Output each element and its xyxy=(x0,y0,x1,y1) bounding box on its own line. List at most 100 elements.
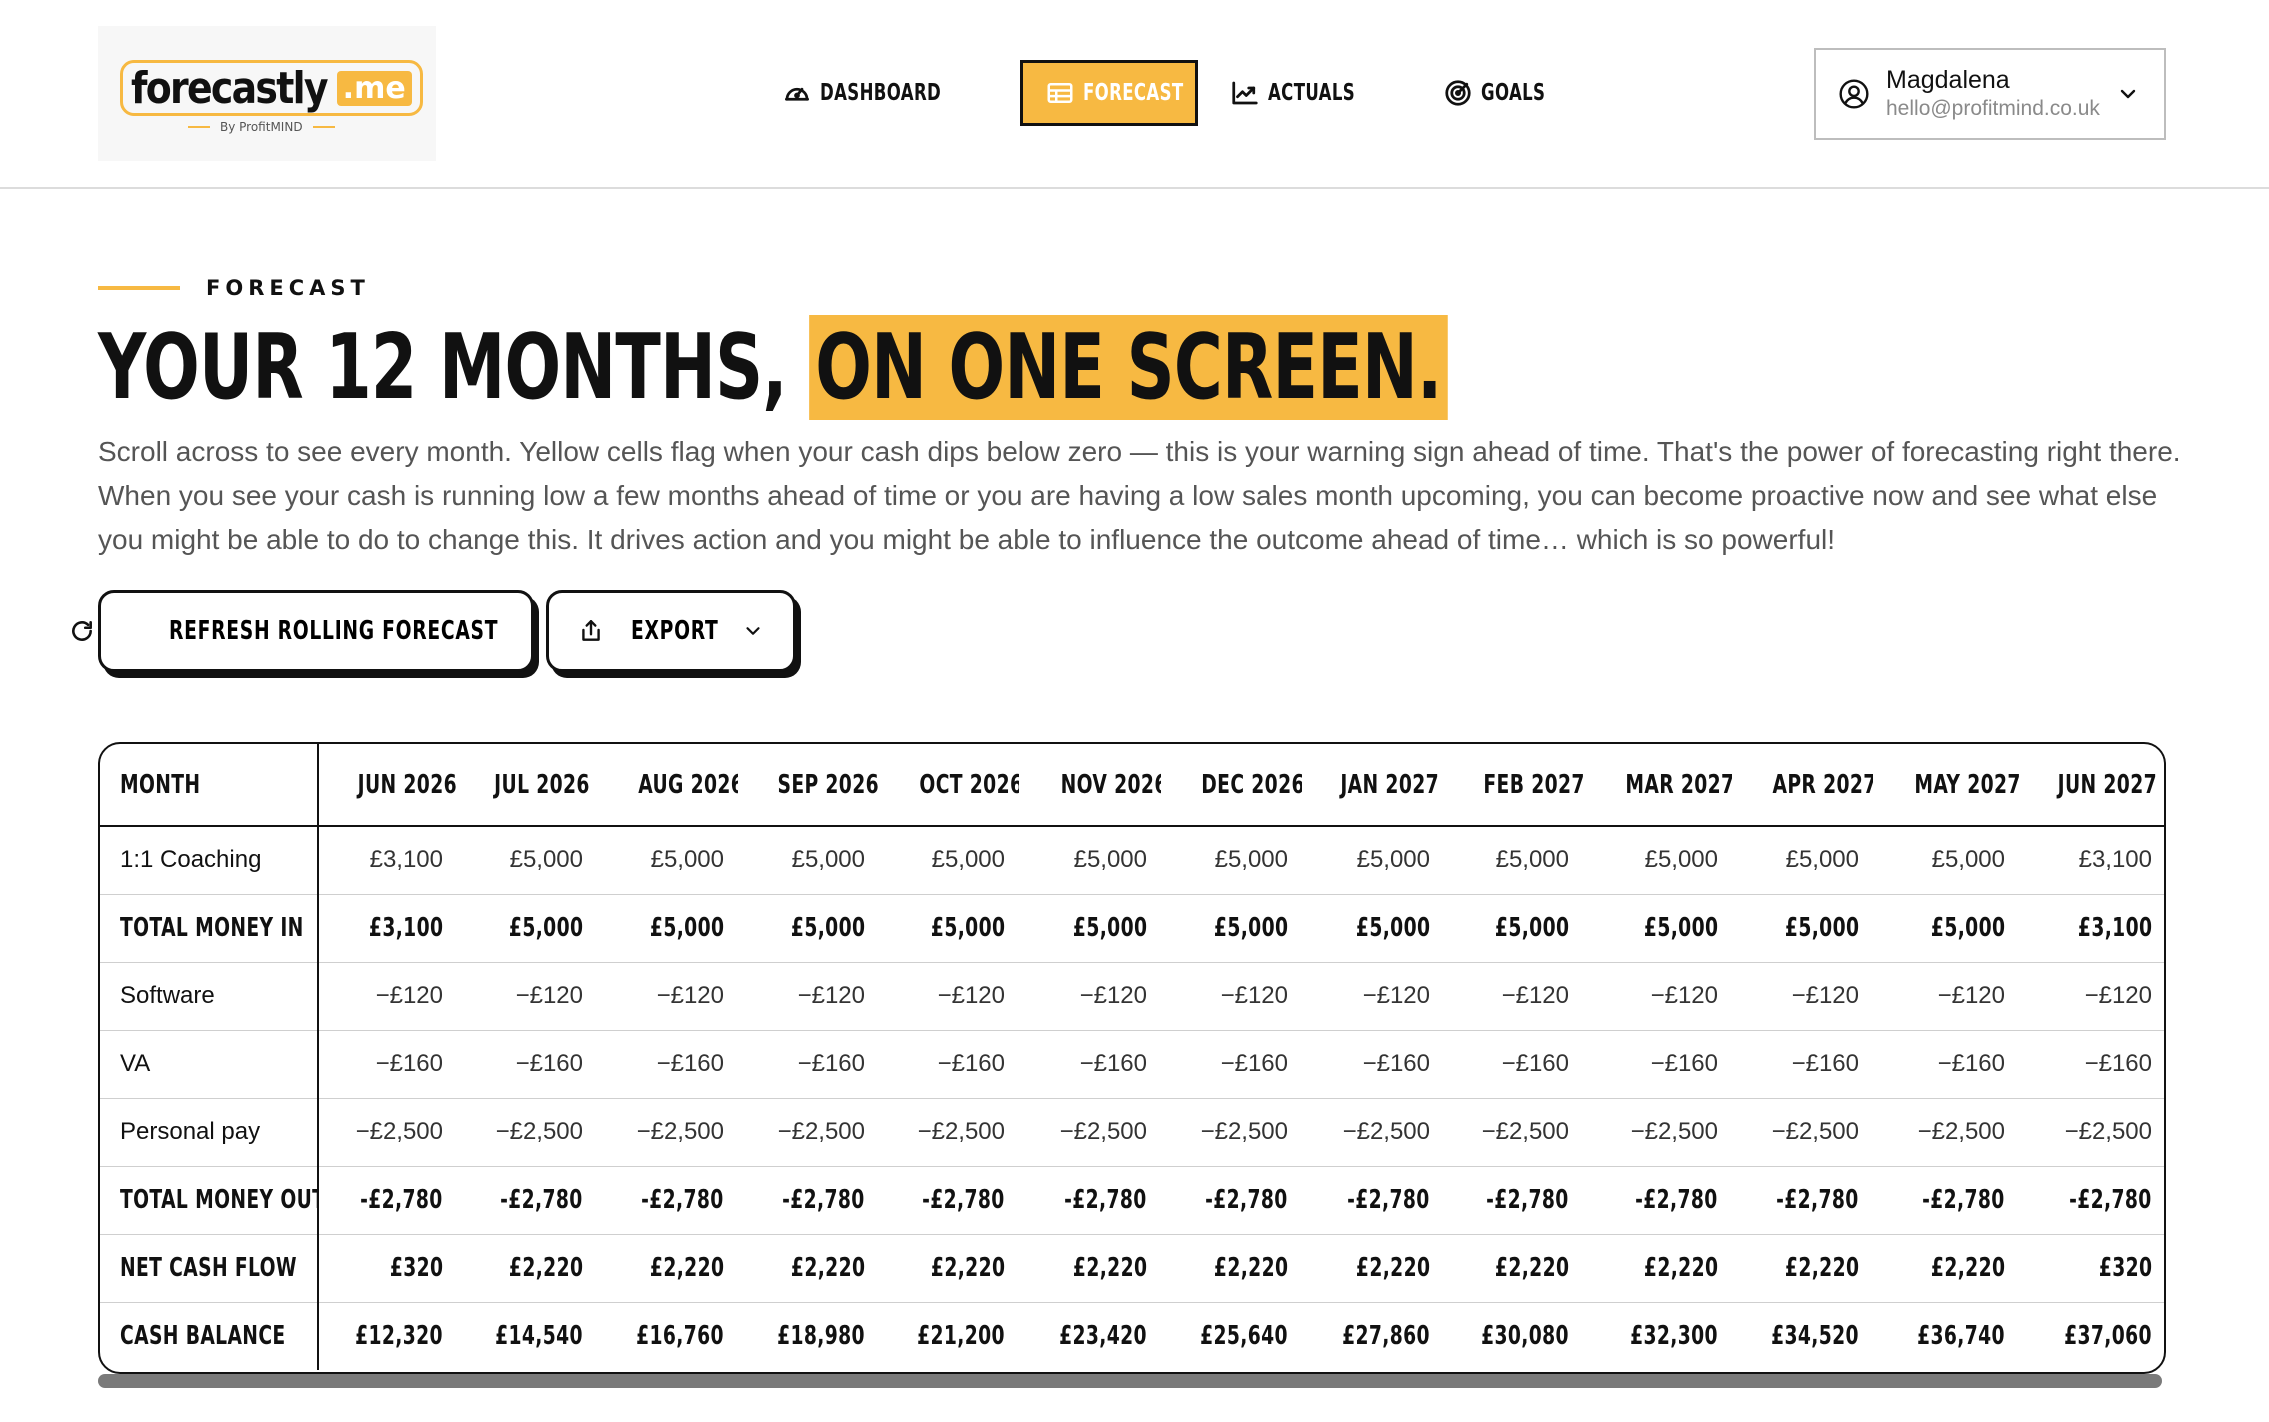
logo-suffix: .me xyxy=(336,70,412,106)
row-label-text: TOTAL MONEY IN xyxy=(120,913,304,943)
nav-dashboard-label: DASHBOARD xyxy=(820,80,942,106)
title-highlight: ON ONE SCREEN. xyxy=(809,315,1448,420)
refresh-forecast-button[interactable]: REFRESH ROLLING FORECAST xyxy=(72,590,534,672)
cell-value: -£2,780 xyxy=(1486,1185,1569,1215)
table-cell: −£2,500 xyxy=(457,1098,597,1167)
month-header-text: APR 2027 xyxy=(1772,769,1873,800)
row-label-text: Software xyxy=(120,982,215,1009)
table-cell: −£120 xyxy=(1732,962,1873,1031)
cell-value: −£120 xyxy=(1079,982,1147,1009)
cell-value: £5,000 xyxy=(790,913,865,943)
table-cell: £5,000 xyxy=(1019,826,1161,895)
cell-value: £5,000 xyxy=(1072,913,1147,943)
nav-actuals-label: ACTUALS xyxy=(1268,80,1356,106)
table-row: Personal pay −£2,500 −£2,500 −£2,500 −£2,500… xyxy=(100,1098,2164,1167)
table-cell: −£120 xyxy=(1583,962,1732,1031)
nav-actuals[interactable]: ACTUALS xyxy=(1208,60,1411,126)
table-cell: £16,760 xyxy=(597,1302,738,1370)
cell-value: £14,540 xyxy=(495,1321,583,1352)
cell-value: −£2,500 xyxy=(1200,1118,1288,1145)
cell-value: £18,980 xyxy=(777,1321,865,1352)
cell-value: −£120 xyxy=(1362,982,1430,1009)
table-cell: £5,000 xyxy=(1302,894,1444,963)
table-cell: −£120 xyxy=(738,962,879,1031)
cell-value: −£2,500 xyxy=(1059,1118,1147,1145)
cell-value: -£2,780 xyxy=(1064,1185,1147,1215)
month-header-text: MAR 2027 xyxy=(1625,769,1732,800)
cell-value: −£120 xyxy=(937,982,1005,1009)
cell-value: £36,740 xyxy=(1917,1321,2005,1352)
table-cell: −£160 xyxy=(1583,1030,1732,1099)
cell-value: £320 xyxy=(389,1253,443,1283)
month-header-text: SEP 2026 xyxy=(777,769,879,800)
table-cell: -£2,780 xyxy=(1444,1166,1583,1235)
table-cell: −£120 xyxy=(1161,962,1302,1031)
table-cell: -£2,780 xyxy=(1873,1166,2019,1235)
user-name: Magdalena xyxy=(1886,66,2010,94)
table-cell: £14,540 xyxy=(457,1302,597,1370)
cell-value: £2,220 xyxy=(1072,1253,1147,1283)
table-cell: −£2,500 xyxy=(1732,1098,1873,1167)
month-header-text: NOV 2026 xyxy=(1060,769,1161,800)
user-menu[interactable]: Magdalena hello@profitmind.co.uk xyxy=(1814,48,2166,140)
table-cell: £2,220 xyxy=(597,1234,738,1303)
cell-value: £3,100 xyxy=(2078,846,2152,874)
nav-dashboard[interactable]: DASHBOARD xyxy=(760,60,1010,126)
table-cell: -£2,780 xyxy=(2019,1166,2164,1235)
gauge-icon xyxy=(785,87,809,101)
cell-value: £5,000 xyxy=(650,846,724,874)
cell-value: −£120 xyxy=(1791,982,1859,1009)
row-label-text: VA xyxy=(120,1050,151,1077)
cell-value: £23,420 xyxy=(1059,1321,1147,1352)
table-cell: −£120 xyxy=(2019,962,2164,1031)
cell-value: £5,000 xyxy=(1073,846,1147,874)
cell-value: −£160 xyxy=(1937,1050,2005,1077)
table-cell: £37,060 xyxy=(2019,1302,2164,1370)
forecast-table-container[interactable]: MONTH JUN 2026 JUL 2026 AUG 2026 SEP 2026 OC… xyxy=(98,742,2166,1374)
table-cell: −£2,500 xyxy=(318,1098,457,1167)
month-header-text: JUN 2026 xyxy=(357,769,457,800)
nav-forecast[interactable]: FORECAST xyxy=(1020,60,1199,126)
cell-value: £2,220 xyxy=(790,1253,865,1283)
cell-value: −£160 xyxy=(1362,1050,1430,1077)
horizontal-scrollbar[interactable] xyxy=(98,1374,2162,1388)
table-cell: £5,000 xyxy=(1873,826,2019,895)
row-label-text: CASH BALANCE xyxy=(120,1321,286,1352)
cell-value: £5,000 xyxy=(791,846,865,874)
cell-value: −£2,500 xyxy=(1630,1118,1718,1145)
chevron-down-icon xyxy=(746,627,760,635)
table-cell: £3,100 xyxy=(318,826,457,895)
table-cell: −£120 xyxy=(457,962,597,1031)
share-upload-icon xyxy=(582,620,600,641)
nav-goals[interactable]: GOALS xyxy=(1421,60,1592,126)
forecastly-logo[interactable]: forecastly .me By ProfitMIND xyxy=(98,26,436,161)
table-cell: −£160 xyxy=(738,1030,879,1099)
row-label-text: 1:1 Coaching xyxy=(120,846,262,874)
cell-value: -£2,780 xyxy=(1205,1185,1288,1215)
forecast-table-body: 1:1 Coaching £3,100 £5,000 £5,000 £5,000 £5,0… xyxy=(100,826,2164,1370)
cell-value: £2,220 xyxy=(1643,1253,1718,1283)
row-label-text: TOTAL MONEY OUT xyxy=(120,1185,318,1215)
refresh-icon xyxy=(72,621,93,641)
month-header: MAR 2027 xyxy=(1583,744,1732,827)
table-cell: £2,220 xyxy=(1019,1234,1161,1303)
table-cell: £5,000 xyxy=(879,826,1019,895)
cell-value: -£2,780 xyxy=(1776,1185,1859,1215)
export-button[interactable]: EXPORT xyxy=(546,590,796,672)
chevron-down-icon xyxy=(2120,89,2136,99)
cell-value: −£160 xyxy=(375,1050,443,1077)
table-header-row: MONTH JUN 2026 JUL 2026 AUG 2026 SEP 2026 OC… xyxy=(100,744,2164,827)
table-cell: £5,000 xyxy=(597,894,738,963)
cell-value: £5,000 xyxy=(1355,913,1430,943)
cell-value: −£2,500 xyxy=(1917,1118,2005,1145)
month-header: OCT 2026 xyxy=(879,744,1019,827)
table-icon xyxy=(1047,83,1073,103)
table-cell: £2,220 xyxy=(1444,1234,1583,1303)
cell-value: £32,300 xyxy=(1630,1321,1718,1352)
table-cell: £5,000 xyxy=(597,826,738,895)
cell-value: −£160 xyxy=(1791,1050,1859,1077)
cell-value: −£160 xyxy=(1079,1050,1147,1077)
cell-value: -£2,780 xyxy=(360,1185,443,1215)
cell-value: £5,000 xyxy=(508,913,583,943)
cell-value: −£120 xyxy=(1501,982,1569,1009)
